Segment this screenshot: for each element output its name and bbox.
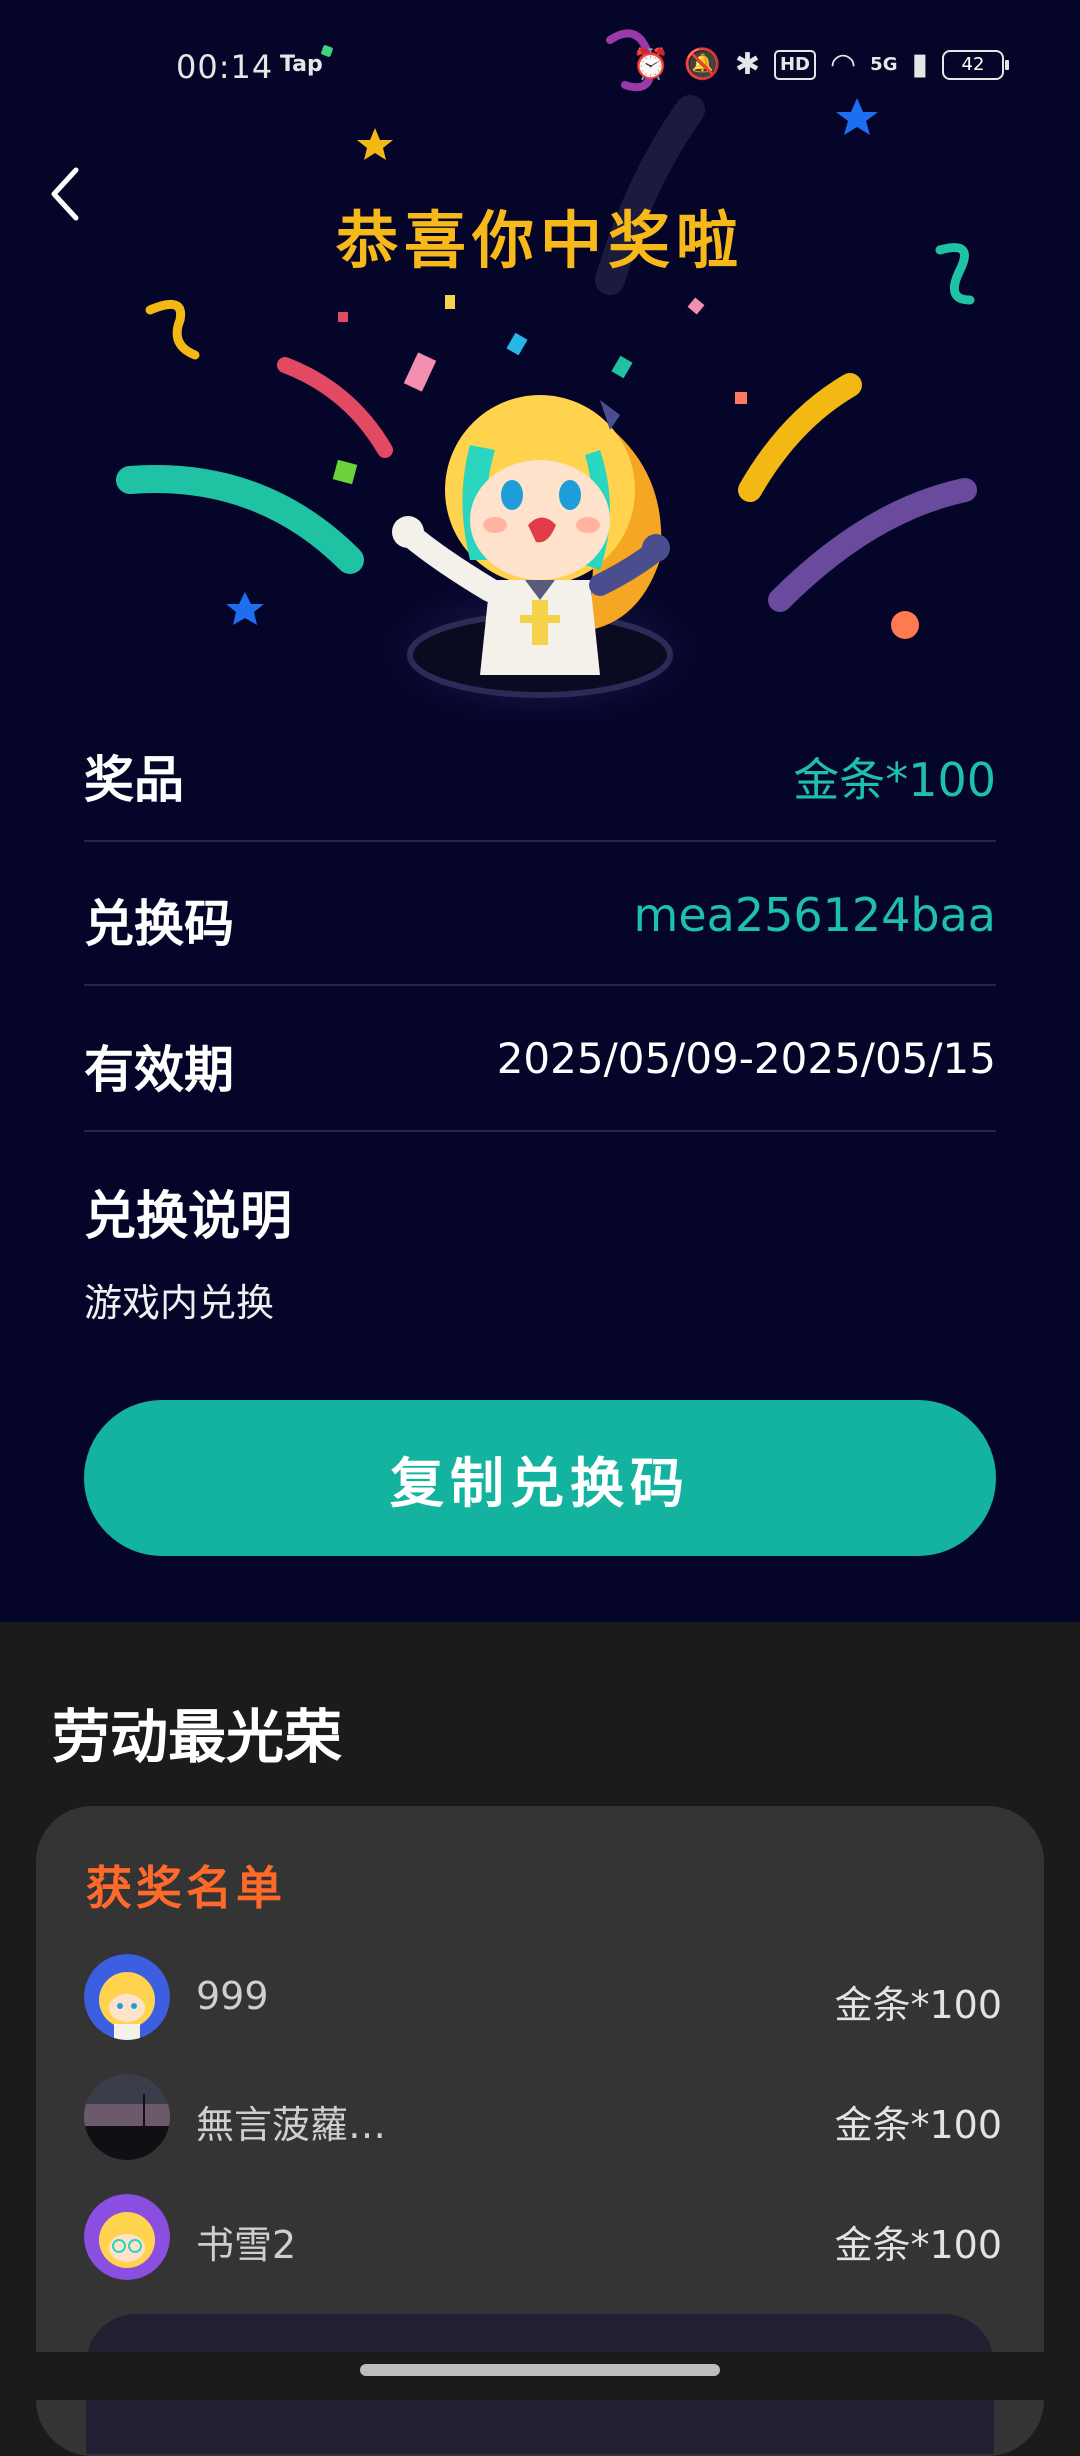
- event-title: 劳动最光荣: [52, 1703, 343, 1771]
- list-item: 999 金条*100: [84, 1954, 1002, 2044]
- explain-text: 游戏内兑换: [84, 1281, 275, 1325]
- winners-title: 获奖名单: [86, 1861, 286, 1915]
- bluetooth-icon: ✱: [734, 47, 760, 82]
- page-title: 恭喜你中奖啦: [335, 204, 744, 277]
- avatar: [84, 2194, 170, 2280]
- winner-prize: 金条*100: [834, 2103, 1002, 2147]
- validity-label: 有效期: [84, 1041, 234, 1099]
- winner-prize: 金条*100: [834, 1983, 1002, 2027]
- home-indicator[interactable]: [360, 2364, 720, 2376]
- prize-value: 金条*100: [793, 753, 996, 807]
- mute-icon: 🔕: [683, 47, 721, 82]
- prize-row: 奖品 金条*100: [84, 696, 996, 842]
- winner-prize: 金条*100: [834, 2223, 1002, 2267]
- tap-badge: Tap: [280, 52, 323, 77]
- winner-name: 999: [196, 1974, 269, 2018]
- explain-label: 兑换说明: [84, 1187, 293, 1247]
- celebration-illustration: [116, 29, 977, 720]
- bottom-strip: [0, 2352, 1080, 2400]
- avatar: [84, 2074, 170, 2160]
- code-value[interactable]: mea256124baa: [634, 888, 996, 942]
- list-item: 無言菠蘿… 金条*100: [84, 2074, 1002, 2164]
- winner-name: 無言菠蘿…: [196, 2103, 387, 2147]
- copy-code-button[interactable]: 复制兑换码: [84, 1400, 996, 1556]
- validity-row: 有效期 2025/05/09-2025/05/15: [84, 986, 996, 1132]
- code-label: 兑换码: [84, 895, 234, 953]
- winner-name: 书雪2: [196, 2223, 297, 2267]
- signal-icon: ▮: [911, 47, 928, 82]
- wifi-icon: ◠: [829, 47, 857, 82]
- status-icons: ⏰ 🔕 ✱ HD ◠ 5G ▮ 42: [632, 47, 1009, 82]
- battery-icon: 42: [942, 50, 1009, 80]
- list-item: 书雪2 金条*100: [84, 2194, 1002, 2284]
- hd-icon: HD: [773, 50, 816, 80]
- validity-value: 2025/05/09-2025/05/15: [496, 1034, 996, 1083]
- network-type: 5G: [870, 54, 898, 75]
- prize-label: 奖品: [84, 751, 184, 809]
- prize-panel: 00:14 Tap ⏰ 🔕 ✱ HD ◠ 5G ▮ 42 恭喜你中奖啦 奖品 金…: [0, 0, 1080, 1622]
- avatar: [84, 1954, 170, 2040]
- code-row: 兑换码 mea256124baa: [84, 840, 996, 986]
- status-bar: 00:14 Tap ⏰ 🔕 ✱ HD ◠ 5G ▮ 42: [0, 40, 1080, 100]
- status-time: 00:14: [176, 48, 274, 86]
- alarm-icon: ⏰: [632, 47, 670, 82]
